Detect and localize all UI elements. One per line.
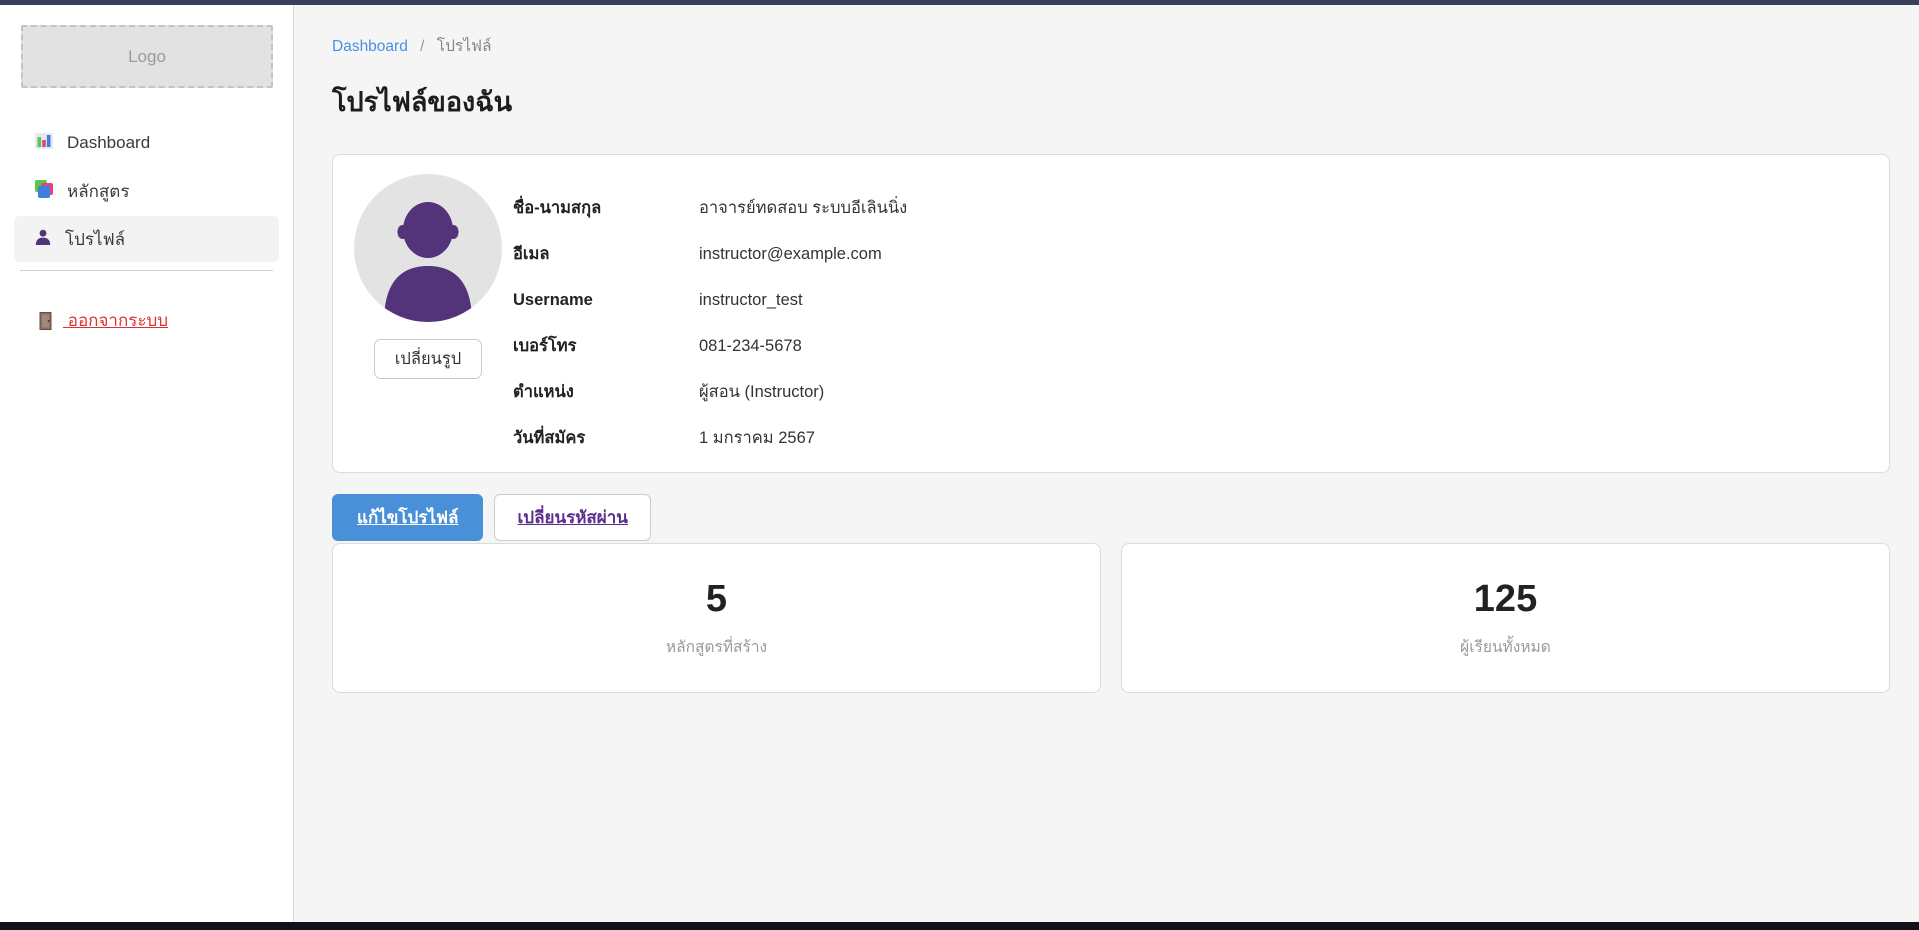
sidebar-divider xyxy=(20,270,273,271)
profile-actions: แก้ไขโปรไฟล์ เปลี่ยนรหัสผ่าน xyxy=(332,494,1890,541)
field-row-phone: เบอร์โทร 081-234-5678 xyxy=(513,323,1859,369)
bottom-dark-bar xyxy=(0,922,1919,930)
stat-label: หลักสูตรที่สร้าง xyxy=(666,634,767,659)
breadcrumb-separator: / xyxy=(420,38,424,55)
change-password-button[interactable]: เปลี่ยนรหัสผ่าน xyxy=(494,494,650,541)
field-value: ผู้สอน (Instructor) xyxy=(699,379,824,405)
logo-placeholder: Logo xyxy=(21,25,273,88)
main-content: Dashboard / โปรไฟล์ โปรไฟล์ของฉัน เปลี่ย… xyxy=(295,5,1919,922)
field-row-registered: วันที่สมัคร 1 มกราคม 2567 xyxy=(513,415,1859,461)
profile-fields: ชื่อ-นามสกุล อาจารย์ทดสอบ ระบบอีเลินนิ่ง… xyxy=(513,185,1859,461)
sidebar-item-dashboard[interactable]: Dashboard xyxy=(14,120,279,166)
stat-card-total-learners: 125 ผู้เรียนทั้งหมด xyxy=(1121,543,1890,693)
sidebar-nav: Dashboard หลักสูตร โปรไฟล์ xyxy=(14,120,279,262)
field-value: อาจารย์ทดสอบ ระบบอีเลินนิ่ง xyxy=(699,195,907,221)
logo-text: Logo xyxy=(128,47,166,67)
breadcrumb: Dashboard / โปรไฟล์ xyxy=(332,33,1890,58)
field-label: เบอร์โทร xyxy=(513,333,699,359)
field-value: 1 มกราคม 2567 xyxy=(699,425,815,451)
logout-link[interactable]: ออกจากระบบ xyxy=(38,311,168,330)
field-row-email: อีเมล instructor@example.com xyxy=(513,231,1859,277)
field-label: วันที่สมัคร xyxy=(513,425,699,451)
field-label: ตำแหน่ง xyxy=(513,379,699,405)
sidebar-item-label: หลักสูตร xyxy=(67,178,129,205)
field-label: ชื่อ-นามสกุล xyxy=(513,195,699,221)
sidebar-item-courses[interactable]: หลักสูตร xyxy=(14,168,279,214)
page-title: โปรไฟล์ของฉัน xyxy=(332,80,1890,123)
profile-icon xyxy=(34,228,52,251)
sidebar-item-label: Dashboard xyxy=(67,133,150,153)
stat-value: 125 xyxy=(1474,578,1537,621)
logout-label: ออกจากระบบ xyxy=(68,311,168,330)
stat-card-courses-created: 5 หลักสูตรที่สร้าง xyxy=(332,543,1101,693)
sidebar: Logo Dashboard หลักสูตร xyxy=(0,5,294,922)
field-value: 081-234-5678 xyxy=(699,337,802,356)
field-label: อีเมล xyxy=(513,241,699,267)
change-photo-button[interactable]: เปลี่ยนรูป xyxy=(374,339,482,379)
field-value: instructor_test xyxy=(699,291,803,310)
stat-label: ผู้เรียนทั้งหมด xyxy=(1460,634,1551,659)
edit-profile-button[interactable]: แก้ไขโปรไฟล์ xyxy=(332,494,483,541)
field-label: Username xyxy=(513,291,699,310)
profile-card: เปลี่ยนรูป ชื่อ-นามสกุล อาจารย์ทดสอบ ระบ… xyxy=(332,154,1890,473)
breadcrumb-current: โปรไฟล์ xyxy=(437,38,492,55)
dashboard-icon xyxy=(34,131,54,156)
stats-row: 5 หลักสูตรที่สร้าง 125 ผู้เรียนทั้งหมด xyxy=(332,543,1890,693)
sidebar-item-label: โปรไฟล์ xyxy=(65,226,125,253)
field-value: instructor@example.com xyxy=(699,245,882,264)
door-icon xyxy=(38,311,68,330)
field-row-username: Username instructor_test xyxy=(513,277,1859,323)
sidebar-item-profile[interactable]: โปรไฟล์ xyxy=(14,216,279,262)
breadcrumb-dashboard-link[interactable]: Dashboard xyxy=(332,38,408,55)
stat-value: 5 xyxy=(706,578,727,621)
top-accent-bar xyxy=(0,0,1919,5)
avatar xyxy=(354,174,502,322)
courses-icon xyxy=(34,179,54,204)
field-row-name: ชื่อ-นามสกุล อาจารย์ทดสอบ ระบบอีเลินนิ่ง xyxy=(513,185,1859,231)
field-row-position: ตำแหน่ง ผู้สอน (Instructor) xyxy=(513,369,1859,415)
